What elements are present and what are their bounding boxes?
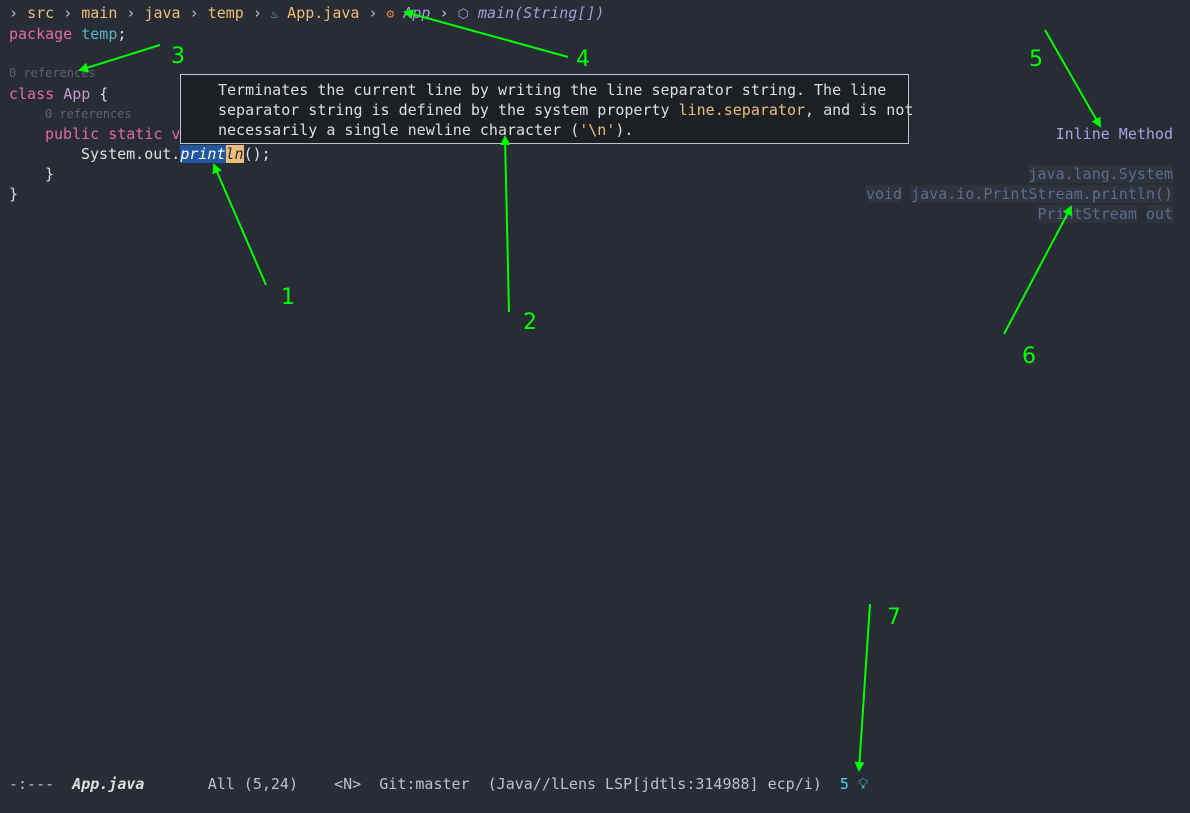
annotation-arrows [78,9,1101,772]
annotation-label-4: 4 [576,47,590,72]
modeline: -:--- App.java All (5,24) <N> Git:master… [0,772,1190,796]
annotation-label-3: 3 [171,44,185,69]
arrow-1 [212,163,267,286]
evil-state: <N> [334,775,362,793]
major-minor-modes[interactable]: (Java//lLens LSP[jdtls:314988] ecp/i) [488,775,822,793]
arrow-4 [403,9,569,58]
annotation-label-5: 5 [1029,47,1043,72]
arrow-5 [1044,29,1101,128]
vcs-branch[interactable]: Git:master [379,775,469,793]
annotation-label-1: 1 [281,285,295,310]
arrow-2 [500,135,511,313]
arrow-3 [78,44,161,73]
buffer-state: -:--- [9,775,55,793]
annotation-label-6: 6 [1022,344,1036,369]
annotation-label-7: 7 [887,605,901,630]
arrow-6 [1003,205,1072,335]
annotation-label-2: 2 [523,310,537,335]
diagnostics-count[interactable]: 5 [840,775,849,793]
lightbulb-icon[interactable]: 💡︎ [858,775,869,793]
cursor-position: All (5,24) [207,775,298,793]
modeline-filename[interactable]: App.java [72,775,144,793]
arrow-7 [854,603,871,772]
